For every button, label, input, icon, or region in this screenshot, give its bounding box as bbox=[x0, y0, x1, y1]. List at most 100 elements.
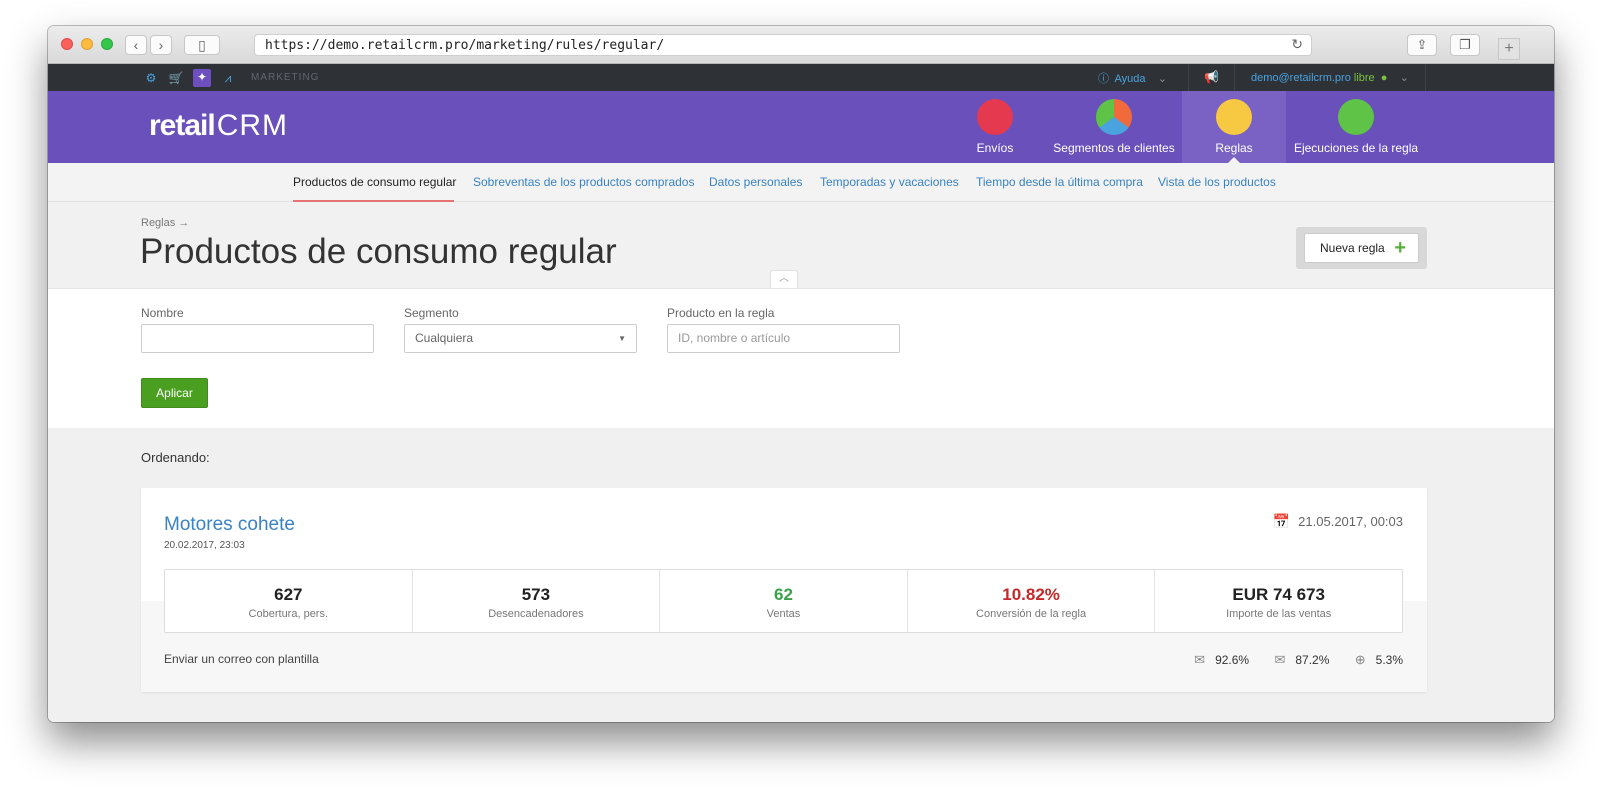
help-label: Ayuda bbox=[1114, 73, 1146, 85]
address-bar[interactable]: https://demo.retailcrm.pro/marketing/rul… bbox=[254, 34, 1312, 56]
stat-triggers: 573 Desencadenadores bbox=[413, 570, 661, 632]
help-menu[interactable]: ⓘ Ayuda ⌄ bbox=[1098, 70, 1167, 86]
stat-value: EUR 74 673 bbox=[1232, 585, 1325, 604]
plus-icon: + bbox=[1504, 40, 1514, 57]
nav-envios[interactable]: Envíos bbox=[960, 91, 1030, 163]
divider bbox=[1234, 64, 1235, 91]
logo-text: retail bbox=[149, 109, 216, 142]
user-email: demo@retailcrm.pro bbox=[1251, 72, 1351, 84]
collapse-filters-button[interactable]: ︿ bbox=[770, 270, 798, 288]
segment-filter-label: Segmento bbox=[404, 306, 459, 320]
mail-icon bbox=[977, 99, 1013, 135]
metric-value: 87.2% bbox=[1295, 653, 1330, 667]
tab-product-views[interactable]: Vista de los productos bbox=[1158, 175, 1276, 189]
reload-icon[interactable]: ↻ bbox=[1291, 36, 1303, 53]
show-tabs-button[interactable]: ❐ bbox=[1450, 34, 1480, 56]
app-header: retailCRM Envíos Segmentos de clientes R… bbox=[48, 91, 1554, 163]
metric-value: 92.6% bbox=[1215, 653, 1250, 667]
play-icon bbox=[1338, 99, 1374, 135]
nav-segments-label: Segmentos de clientes bbox=[1053, 141, 1175, 155]
chevron-down-icon: ⌄ bbox=[1157, 73, 1167, 85]
nav-executions-label: Ejecuciones de la regla bbox=[1293, 141, 1419, 155]
envelope-icon: ✉ bbox=[1194, 652, 1206, 667]
metric-delivered: ✉ 92.6% bbox=[1194, 652, 1249, 668]
sort-label: Ordenando: bbox=[141, 450, 210, 465]
name-filter-input[interactable] bbox=[141, 324, 374, 353]
forward-button[interactable]: › bbox=[150, 35, 172, 55]
settings-icon[interactable]: ⚙ bbox=[143, 70, 159, 86]
back-button[interactable]: ‹ bbox=[125, 35, 147, 55]
metric-value: 5.3% bbox=[1375, 653, 1403, 667]
stat-sales: 62 Ventas bbox=[660, 570, 908, 632]
stat-value: 573 bbox=[521, 585, 551, 604]
rule-name-link[interactable]: Motores cohete bbox=[164, 514, 295, 536]
metric-opened: ✉ 87.2% bbox=[1274, 652, 1329, 668]
rules-subnav: Productos de consumo regular Sobreventas… bbox=[48, 163, 1554, 202]
tab-seasons[interactable]: Temporadas y vacaciones bbox=[820, 175, 959, 189]
browser-toolbar: ‹ › ▯ https://demo.retailcrm.pro/marketi… bbox=[48, 26, 1554, 64]
stat-value: 62 bbox=[774, 585, 793, 604]
close-window-button[interactable] bbox=[61, 38, 73, 50]
tabs-icon: ❐ bbox=[1459, 37, 1471, 52]
calendar-icon: 📅 bbox=[1272, 513, 1291, 529]
stat-label: Cobertura, pers. bbox=[248, 608, 329, 620]
sidebar-icon: ▯ bbox=[198, 37, 206, 53]
segment-select[interactable]: Cualquiera ▼ bbox=[404, 324, 637, 353]
stat-label: Conversión de la regla bbox=[976, 608, 1087, 620]
stat-label: Ventas bbox=[766, 608, 801, 620]
app-topbar: ⚙ 🛒 ✦ ⩘ MARKETING ⓘ Ayuda ⌄ 📢 demo@retai… bbox=[48, 64, 1554, 91]
segments-icon bbox=[1096, 99, 1132, 135]
chevron-right-icon: › bbox=[158, 37, 164, 53]
section-label: MARKETING bbox=[251, 72, 320, 83]
marketing-icon[interactable]: ✦ bbox=[193, 69, 211, 87]
cart-icon[interactable]: 🛒 bbox=[168, 70, 184, 86]
filter-panel: Nombre Segmento Cualquiera ▼ Producto en… bbox=[48, 288, 1554, 428]
user-status: libre bbox=[1353, 72, 1375, 84]
tab-regular-products[interactable]: Productos de consumo regular bbox=[293, 175, 456, 189]
nav-rules[interactable]: Reglas bbox=[1182, 91, 1286, 163]
logo-crm: CRM bbox=[216, 109, 289, 142]
new-rule-label: Nueva regla bbox=[1320, 241, 1385, 255]
tab-time-since-purchase[interactable]: Tiempo desde la última compra bbox=[976, 175, 1143, 189]
name-filter-label: Nombre bbox=[141, 306, 184, 320]
new-rule-container: Nueva regla + bbox=[1296, 227, 1427, 269]
rule-stats: 627 Cobertura, pers. 573 Desencadenadore… bbox=[164, 569, 1403, 633]
tab-personal-data[interactable]: Datos personales bbox=[709, 175, 802, 189]
chevron-down-icon: ⌄ bbox=[1399, 72, 1409, 84]
stat-revenue: EUR 74 673 Importe de las ventas bbox=[1155, 570, 1402, 632]
apply-button[interactable]: Aplicar bbox=[141, 378, 208, 408]
new-tab-button[interactable]: + bbox=[1498, 38, 1520, 60]
rules-list: Ordenando: Motores cohete 20.02.2017, 23… bbox=[48, 428, 1554, 722]
nav-executions[interactable]: Ejecuciones de la regla bbox=[1290, 91, 1422, 163]
zoom-window-button[interactable] bbox=[101, 38, 113, 50]
stat-conversion: 10.82% Conversión de la regla bbox=[908, 570, 1156, 632]
rule-date-value: 21.05.2017, 00:03 bbox=[1298, 514, 1403, 529]
divider bbox=[1188, 64, 1189, 91]
nav-segments[interactable]: Segmentos de clientes bbox=[1046, 91, 1182, 163]
share-button[interactable]: ⇪ bbox=[1407, 34, 1437, 56]
retailcrm-logo[interactable]: retailCRM bbox=[149, 109, 290, 143]
rule-created-date: 20.02.2017, 23:03 bbox=[164, 540, 245, 551]
sidebar-toggle-button[interactable]: ▯ bbox=[184, 35, 220, 55]
user-menu[interactable]: demo@retailcrm.pro libre ● ⌄ bbox=[1251, 71, 1409, 84]
minimize-window-button[interactable] bbox=[81, 38, 93, 50]
rule-action: Enviar un correo con plantilla bbox=[164, 652, 319, 666]
megaphone-icon[interactable]: 📢 bbox=[1204, 70, 1219, 84]
share-icon: ⇪ bbox=[1416, 37, 1428, 52]
product-filter-input[interactable]: ID, nombre o artículo bbox=[667, 324, 900, 353]
stat-value: 10.82% bbox=[1002, 585, 1060, 604]
page-header: Reglas → Productos de consumo regular Nu… bbox=[48, 202, 1554, 288]
tab-upsell[interactable]: Sobreventas de los productos comprados bbox=[473, 175, 694, 189]
stat-value: 627 bbox=[274, 585, 303, 604]
breadcrumb[interactable]: Reglas → bbox=[141, 217, 189, 229]
page-title: Productos de consumo regular bbox=[140, 232, 617, 271]
rules-icon bbox=[1216, 99, 1252, 135]
analytics-icon[interactable]: ⩘ bbox=[220, 70, 236, 86]
nav-envios-label: Envíos bbox=[976, 141, 1014, 155]
rule-date: 📅 21.05.2017, 00:03 bbox=[1273, 513, 1403, 530]
new-rule-button[interactable]: Nueva regla + bbox=[1304, 233, 1419, 263]
product-filter-label: Producto en la regla bbox=[667, 306, 775, 320]
chevron-up-icon: ︿ bbox=[779, 273, 789, 284]
stat-label: Importe de las ventas bbox=[1226, 608, 1332, 620]
nav-rules-label: Reglas bbox=[1215, 141, 1253, 155]
